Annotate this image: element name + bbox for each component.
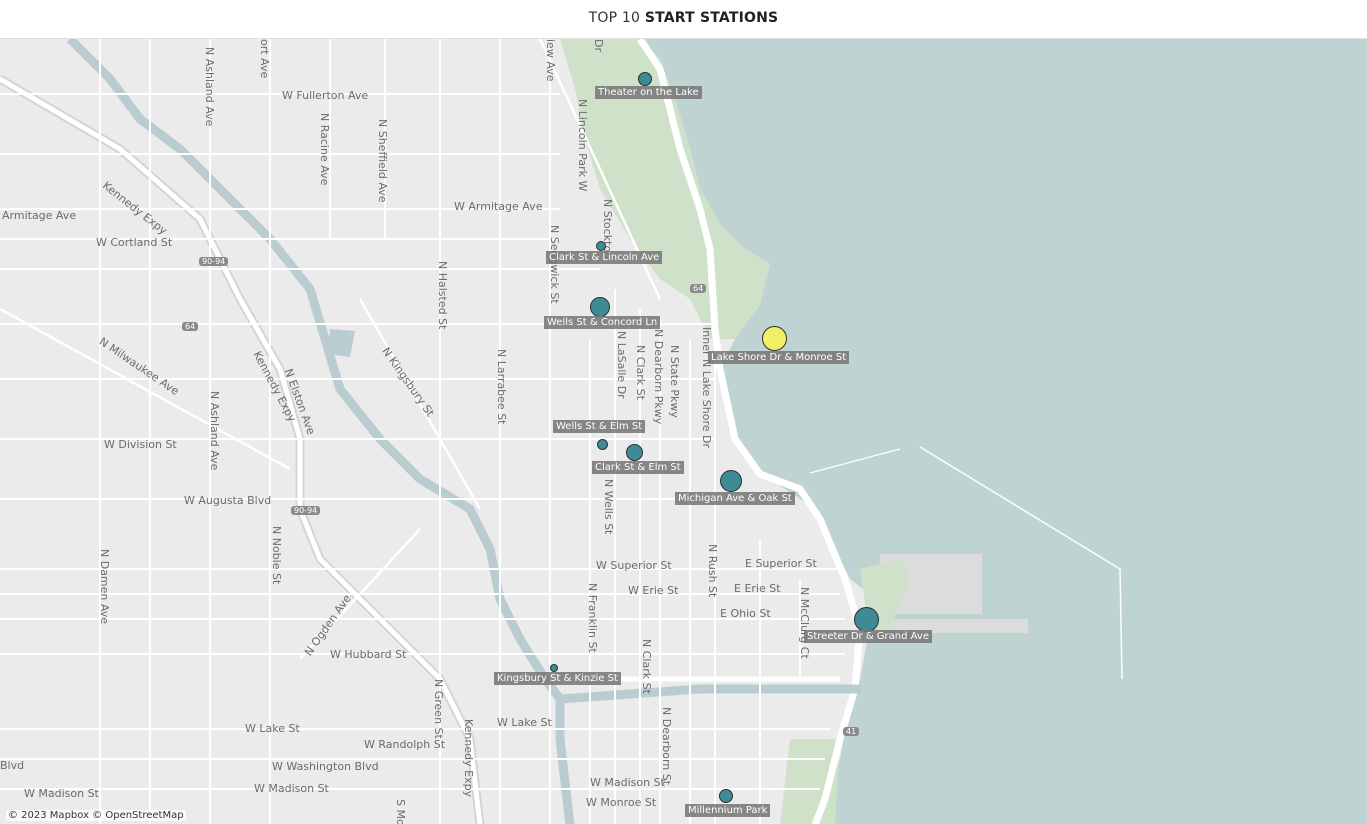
street-label: N Dearborn Pkwy	[652, 329, 665, 425]
street-label: W Superior St	[596, 559, 672, 572]
street-label: ort Ave	[258, 39, 271, 79]
street-label: N Racine Ave	[318, 113, 331, 186]
station-marker[interactable]	[550, 664, 558, 672]
street-label: N Sedgwick St	[548, 225, 561, 304]
street-label: N Ashland Ave	[208, 391, 221, 471]
street-label: Armitage Ave	[2, 209, 77, 222]
map-attribution[interactable]: © 2023 Mapbox © OpenStreetMap	[6, 810, 186, 821]
street-label: W Fullerton Ave	[282, 89, 369, 102]
street-label: N Damen Ave	[98, 549, 111, 625]
street-label: N Sheffield Ave	[376, 119, 389, 203]
station-label: Clark St & Elm St	[592, 461, 684, 474]
street-label: Dr	[592, 39, 605, 52]
highway-shield: 41	[843, 727, 860, 736]
street-label: W Madison St	[254, 782, 329, 795]
street-label: Kennedy Expy	[462, 719, 475, 798]
street-label: W Cortland St	[96, 236, 173, 249]
map-basemap	[0, 39, 1367, 824]
street-label: W Lake St	[245, 722, 300, 735]
map-title: TOP 10 START STATIONS	[0, 0, 1367, 38]
street-label: E Erie St	[734, 582, 781, 595]
street-label: N Clark St	[640, 639, 653, 694]
street-label: W Hubbard St	[330, 648, 407, 661]
highway-shield: 64	[182, 322, 199, 331]
street-label: N Dearborn St	[660, 707, 673, 786]
street-label: W Division St	[104, 438, 177, 451]
highway-shield: 64	[690, 284, 707, 293]
station-label: Theater on the Lake	[595, 86, 702, 99]
station-marker[interactable]	[719, 789, 733, 803]
street-label: W Washington Blvd	[272, 760, 379, 773]
highway-shield: 90-94	[199, 257, 229, 266]
station-marker[interactable]	[638, 72, 652, 86]
street-label: N State Pkwy	[668, 345, 681, 418]
street-label: N McClurg Ct	[798, 587, 811, 659]
street-label: W Monroe St	[586, 796, 657, 809]
street-label: N LaSalle Dr	[615, 331, 628, 399]
street-label: W Randolph St	[364, 738, 446, 751]
station-marker[interactable]	[854, 607, 879, 632]
street-label: W Erie St	[628, 584, 679, 597]
street-label: N Noble St	[270, 526, 283, 585]
street-label: S Mo	[394, 799, 407, 824]
station-marker[interactable]	[597, 439, 608, 450]
station-marker[interactable]	[590, 297, 610, 317]
street-label: Blvd	[0, 759, 25, 772]
street-label: Inner N Lake Shore Dr	[700, 327, 713, 449]
map-canvas[interactable]: W Fullerton Ave N Ashland Ave N Racine A…	[0, 38, 1367, 824]
street-label: W Augusta Blvd	[184, 494, 272, 507]
station-label: Wells St & Elm St	[553, 420, 646, 433]
station-label: Millennium Park	[685, 804, 771, 817]
street-label: E Ohio St	[720, 607, 771, 620]
station-label: Michigan Ave & Oak St	[675, 492, 795, 505]
street-label: N Lincoln Park W	[576, 99, 589, 192]
street-label: W Lake St	[497, 716, 552, 729]
station-marker[interactable]	[596, 241, 606, 251]
station-label: Wells St & Concord Ln	[544, 316, 661, 329]
station-marker[interactable]	[720, 470, 742, 492]
title-bold: START STATIONS	[644, 10, 779, 26]
station-label: Streeter Dr & Grand Ave	[804, 630, 932, 643]
street-label: W Armitage Ave	[454, 200, 543, 213]
highway-shield: 90-94	[291, 506, 321, 515]
street-label: W Madison St	[590, 776, 665, 789]
station-label: Clark St & Lincoln Ave	[546, 251, 663, 264]
title-prefix: TOP 10	[588, 10, 641, 26]
street-label: N Green St	[432, 679, 445, 739]
street-label: N Halsted St	[436, 261, 449, 330]
street-label: W Madison St	[24, 787, 99, 800]
station-label: Kingsbury St & Kinzie St	[494, 672, 621, 685]
street-label: N Rush St	[706, 544, 719, 598]
street-label: N Larrabee St	[495, 349, 508, 425]
station-marker[interactable]	[626, 444, 643, 461]
station-marker-highlight[interactable]	[762, 326, 787, 351]
street-label: N Ashland Ave	[203, 47, 216, 127]
station-label: Lake Shore Dr & Monroe St	[708, 351, 850, 364]
street-label: E Superior St	[745, 557, 817, 570]
street-label: N Franklin St	[586, 583, 599, 653]
street-label: N Clark St	[634, 345, 647, 400]
street-label: iew Ave	[544, 39, 557, 82]
street-label: N Wells St	[602, 479, 615, 535]
